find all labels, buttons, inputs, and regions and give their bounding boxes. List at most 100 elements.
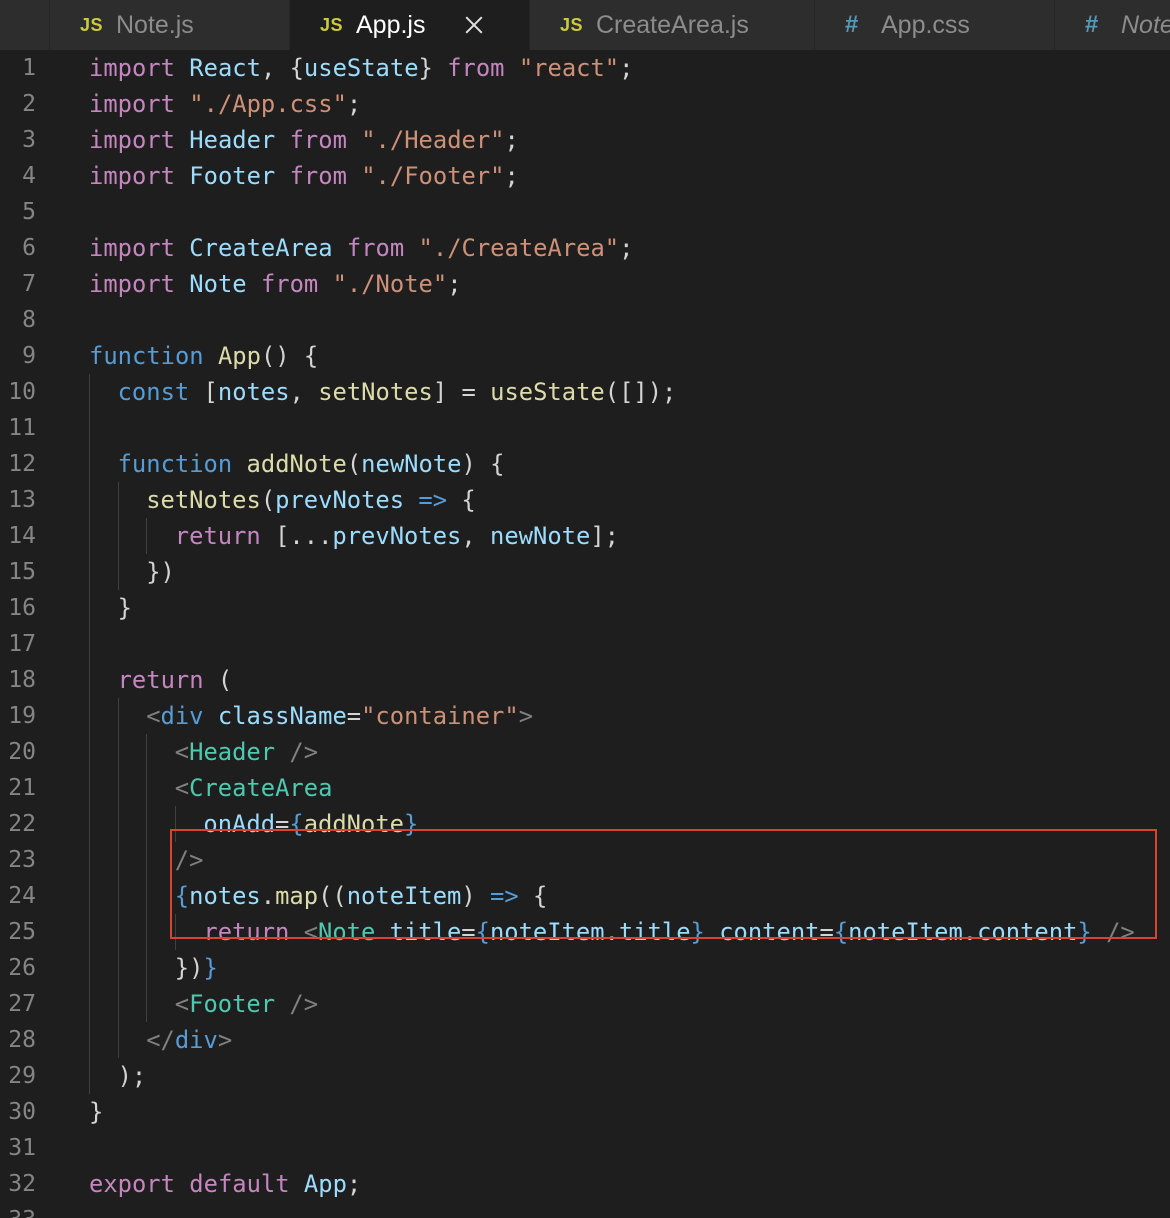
indent-guide — [146, 518, 148, 554]
code-token: import — [89, 234, 175, 262]
code-line[interactable]: 19 <div className="container"> — [0, 698, 1170, 734]
code-token: < — [303, 918, 319, 946]
code-line[interactable]: 28 </div> — [0, 1022, 1170, 1058]
code-line[interactable]: 6 import CreateArea from "./CreateArea"; — [0, 230, 1170, 266]
code-token: CreateArea — [189, 234, 333, 262]
line-number: 22 — [8, 811, 36, 837]
code-token: CreateArea — [189, 774, 333, 802]
code-token: } — [690, 918, 705, 946]
tab-app-css[interactable]: # App.css — [815, 0, 1055, 50]
code-line[interactable]: 33 — [0, 1202, 1170, 1218]
code-line[interactable]: 31 — [0, 1130, 1170, 1166]
code-line[interactable]: 20 <Header /> — [0, 734, 1170, 770]
code-token: function — [117, 450, 233, 478]
code-line[interactable]: 15}) — [0, 554, 1170, 590]
code-line[interactable]: 27 <Footer /> — [0, 986, 1170, 1022]
tab-note[interactable]: # Note — [1055, 0, 1170, 50]
code-token: = — [819, 918, 834, 946]
indent-guide — [117, 734, 119, 770]
code-line[interactable]: 17 — [0, 626, 1170, 662]
code-token: newNote — [361, 450, 462, 478]
indent-guide — [89, 662, 90, 698]
code-token: Header — [189, 126, 276, 154]
code-line[interactable]: 10 const [notes, setNotes] = useState([])… — [0, 374, 1170, 410]
indent-guide — [174, 806, 176, 842]
code-line[interactable]: 25 return <Note title={noteItem.title} co… — [0, 914, 1170, 950]
code-line[interactable]: 13 setNotes(prevNotes => { — [0, 482, 1170, 518]
code-line[interactable]: 26})} — [0, 950, 1170, 986]
code-line[interactable]: 32 export default App; — [0, 1166, 1170, 1202]
code-token: ]; — [590, 522, 619, 550]
indent-guide — [146, 914, 148, 950]
code-line[interactable]: 18 return ( — [0, 662, 1170, 698]
code-line[interactable]: 4 import Footer from "./Footer"; — [0, 158, 1170, 194]
code-line[interactable]: 21 <CreateArea — [0, 770, 1170, 806]
code-line[interactable]: 5 — [0, 194, 1170, 230]
code-token: import — [89, 270, 175, 298]
code-line[interactable]: 7 import Note from "./Note"; — [0, 266, 1170, 302]
code-token: (( — [318, 882, 347, 910]
indent-guide — [89, 374, 90, 410]
code-token: ; — [619, 234, 634, 262]
code-token: ); — [117, 1062, 147, 1090]
code-token: Header — [189, 738, 276, 766]
tab-note-js[interactable]: JS Note.js — [50, 0, 290, 50]
code-token: ] = — [432, 378, 491, 406]
indent-guide — [117, 482, 119, 518]
js-file-icon: JS — [560, 14, 584, 35]
code-token: > — [518, 702, 534, 730]
code-token: }) — [174, 954, 204, 982]
code-token: . — [604, 918, 619, 946]
code-token: "react" — [518, 54, 620, 82]
code-line[interactable]: 8 — [0, 302, 1170, 338]
code-editor[interactable]: 1 import React, {useState} from "react"; 2… — [0, 50, 1170, 1218]
code-token: ; — [504, 162, 519, 190]
code-token: => — [490, 882, 519, 910]
indent-guide — [89, 554, 90, 590]
code-token: , — [289, 378, 319, 406]
code-token: < — [146, 702, 161, 730]
indent-guide — [89, 734, 90, 770]
code-token: "./Footer" — [361, 162, 505, 190]
code-line[interactable]: 23 /> — [0, 842, 1170, 878]
code-line[interactable]: 24 {notes.map((noteItem) => { — [0, 878, 1170, 914]
code-line[interactable]: 14 return [...prevNotes, newNote]; — [0, 518, 1170, 554]
line-number: 12 — [8, 451, 36, 477]
code-token: , — [461, 522, 491, 550]
close-icon[interactable] — [463, 14, 485, 36]
tab-overflow-stub[interactable] — [0, 0, 50, 50]
code-token: Footer — [189, 990, 276, 1018]
code-line[interactable]: 12 function addNote(newNote) { — [0, 446, 1170, 482]
code-line[interactable]: 9 function App() { — [0, 338, 1170, 374]
code-token: }) — [146, 558, 175, 586]
code-token: title — [389, 918, 462, 946]
line-number: 4 — [22, 163, 36, 189]
line-number: 32 — [8, 1171, 36, 1197]
indent-guide — [89, 806, 90, 842]
code-line[interactable]: 11 — [0, 410, 1170, 446]
code-text: <Footer /> — [175, 986, 318, 1022]
code-token: { — [447, 486, 476, 514]
indent-guide — [89, 1022, 90, 1058]
code-token: [ — [189, 378, 218, 406]
code-line[interactable]: 30} — [0, 1094, 1170, 1130]
css-file-icon: # — [1085, 11, 1099, 38]
code-line[interactable]: 3 import Header from "./Header"; — [0, 122, 1170, 158]
tab-label: Note — [1121, 10, 1170, 39]
code-line[interactable]: 1 import React, {useState} from "react"; — [0, 50, 1170, 86]
tab-app-js[interactable]: JS App.js — [290, 0, 530, 50]
code-line[interactable]: 2 import "./App.css"; — [0, 86, 1170, 122]
code-line[interactable]: 22 onAdd={addNote} — [0, 806, 1170, 842]
code-line[interactable]: 16} — [0, 590, 1170, 626]
code-text: return ( — [118, 662, 233, 698]
code-line[interactable]: 29); — [0, 1058, 1170, 1094]
tab-createarea-js[interactable]: JS CreateArea.js — [530, 0, 815, 50]
